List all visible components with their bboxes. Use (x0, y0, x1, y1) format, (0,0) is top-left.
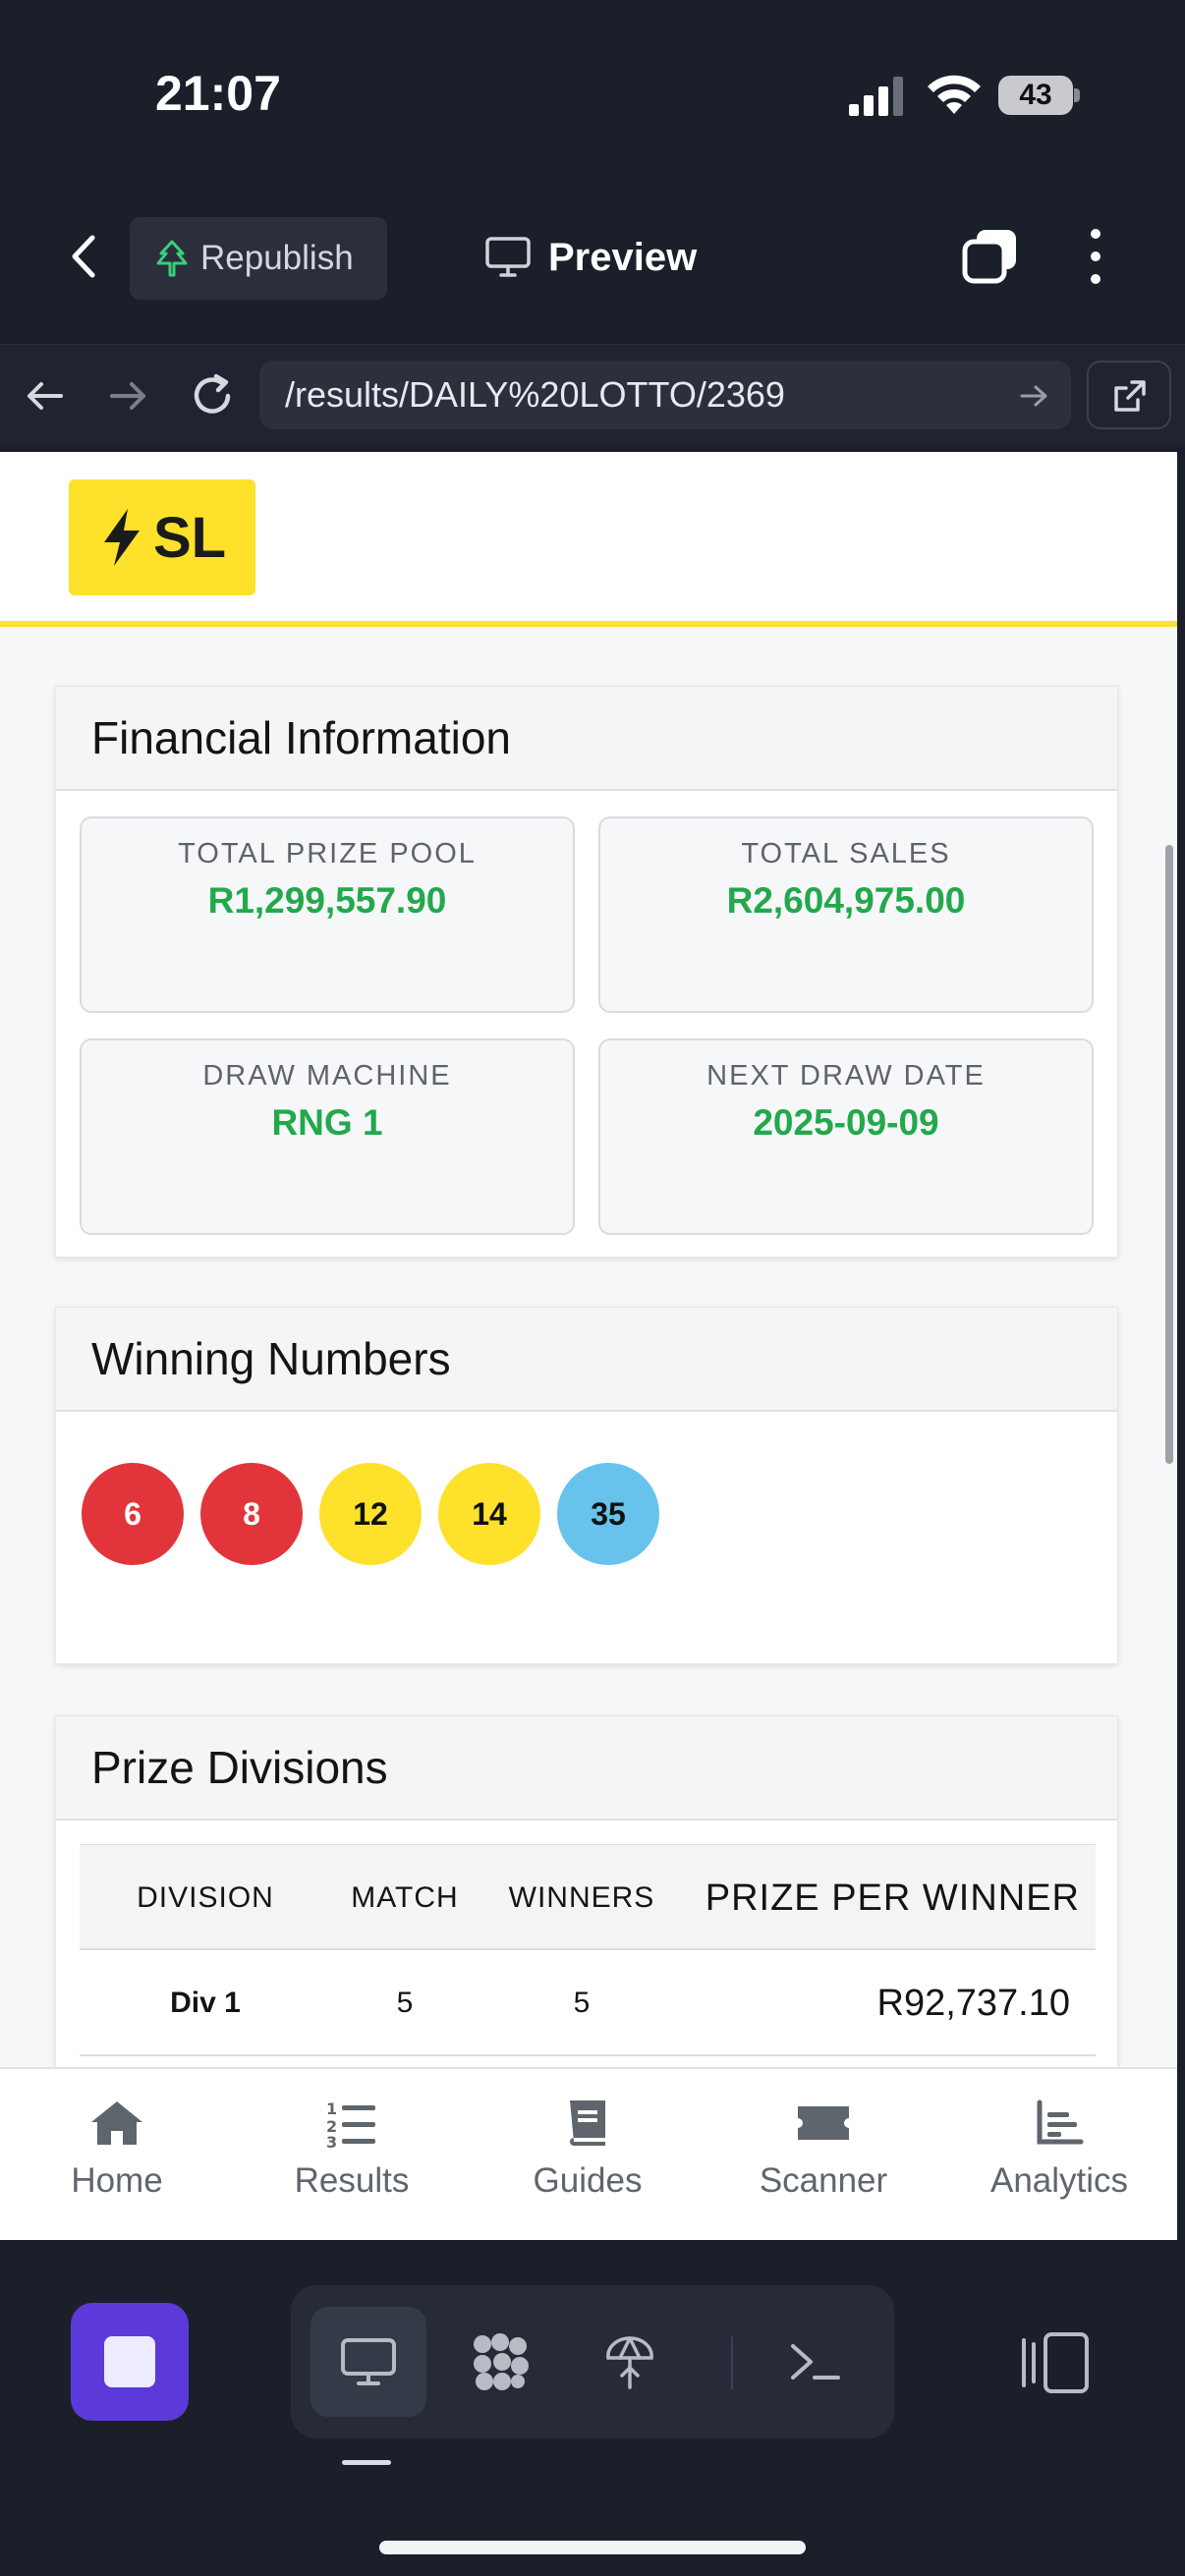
tab-label: Scanner (759, 2161, 888, 2200)
svg-text:1: 1 (326, 2100, 337, 2118)
book-icon (570, 2100, 605, 2146)
tab-scanner[interactable]: Scanner (725, 2099, 922, 2216)
total-prize-pool-tile: TOTAL PRIZE POOL R1,299,557.90 (80, 816, 575, 1013)
tab-analytics[interactable]: Analytics (961, 2099, 1157, 2216)
tile-value: 2025-09-09 (753, 1102, 939, 1143)
go-arrow-icon[interactable] (1018, 380, 1049, 412)
tile-label: DRAW MACHINE (202, 1060, 452, 1092)
tab-guides[interactable]: Guides (489, 2099, 686, 2216)
tab-home[interactable]: Home (19, 2099, 215, 2216)
more-options-icon[interactable] (1081, 226, 1110, 287)
home-icon (91, 2101, 142, 2145)
numbered-list-icon: 1 2 3 (326, 2100, 375, 2148)
url-input[interactable]: /results/DAILY%20LOTTO/2369 (259, 361, 1071, 429)
monitor-icon (485, 237, 531, 277)
financial-information-title: Financial Information (56, 687, 1117, 791)
financial-information-card: Financial Information TOTAL PRIZE POOL R… (55, 686, 1118, 1258)
tile-label: NEXT DRAW DATE (706, 1060, 986, 1092)
open-external-button[interactable] (1087, 361, 1171, 429)
prize-divisions-title: Prize Divisions (56, 1716, 1117, 1820)
scrollbar[interactable] (1165, 845, 1173, 1464)
tree-icon (156, 240, 188, 277)
svg-text:3: 3 (326, 2133, 337, 2148)
next-draw-date-tile: NEXT DRAW DATE 2025-09-09 (598, 1038, 1094, 1235)
workspace-tool-button[interactable] (442, 2307, 558, 2417)
tab-label: Analytics (989, 2161, 1129, 2200)
preview-label: Preview (548, 235, 698, 279)
battery-level: 43 (998, 76, 1073, 115)
external-link-icon (1114, 380, 1146, 412)
url-text: /results/DAILY%20LOTTO/2369 (285, 374, 785, 415)
terminal-icon (791, 2344, 840, 2380)
total-sales-tile: TOTAL SALES R2,604,975.00 (598, 816, 1094, 1013)
active-indicator (342, 2460, 391, 2465)
lotto-ball: 12 (319, 1463, 422, 1565)
ticket-icon (798, 2106, 849, 2140)
molecule-icon (474, 2333, 529, 2390)
winners-cell: 5 (573, 1987, 591, 2019)
lightning-bolt-icon (103, 509, 140, 566)
deploy-tree-icon (606, 2336, 653, 2389)
lotto-ball: 6 (82, 1463, 184, 1565)
wifi-icon (928, 75, 981, 114)
tile-value: R1,299,557.90 (207, 880, 447, 921)
column-header: WINNERS (508, 1881, 655, 1914)
console-tool-button[interactable] (757, 2307, 873, 2417)
winning-numbers-title: Winning Numbers (56, 1308, 1117, 1412)
lotto-ball: 35 (557, 1463, 659, 1565)
divider (731, 2336, 733, 2389)
site-header: SL (0, 452, 1177, 627)
status-time: 21:07 (155, 66, 281, 121)
status-bar: 21:07 43 (0, 0, 1185, 187)
arrow-right-icon[interactable] (106, 374, 149, 418)
tab-label: Home (71, 2161, 163, 2200)
back-chevron-icon[interactable] (61, 232, 110, 281)
winning-numbers-card: Winning Numbers 6 8 12 14 35 (55, 1307, 1118, 1664)
prize-cell: R92,737.10 (876, 1982, 1071, 2024)
tile-label: TOTAL PRIZE POOL (178, 838, 477, 869)
browser-url-bar: /results/DAILY%20LOTTO/2369 (0, 344, 1185, 444)
tab-label: Guides (533, 2161, 643, 2200)
tile-label: TOTAL SALES (741, 838, 951, 869)
dev-dock (0, 2242, 1185, 2576)
monitor-icon (341, 2338, 396, 2385)
preview-button[interactable]: Preview (485, 228, 697, 287)
web-viewport: SL Financial Information TOTAL PRIZE POO… (0, 452, 1177, 2240)
table-header: DIVISION MATCH WINNERS PRIZE PER WINNER (80, 1844, 1096, 1950)
deploy-tool-button[interactable] (572, 2307, 688, 2417)
logo-text: SL (152, 505, 227, 570)
copy-icon[interactable] (961, 226, 1022, 287)
bottom-tab-bar: Home 1 2 3 Results Guides Scanner Analyt… (0, 2067, 1177, 2240)
match-cell: 5 (396, 1987, 414, 2019)
stop-button[interactable] (71, 2303, 189, 2421)
tool-group (291, 2285, 894, 2438)
lotto-ball: 14 (438, 1463, 540, 1565)
lotto-ball: 8 (200, 1463, 303, 1565)
preview-tool-button[interactable] (310, 2307, 426, 2417)
site-logo[interactable]: SL (69, 479, 255, 595)
table-row: Div 1 5 5 R92,737.10 (80, 1950, 1096, 2056)
tile-value: RNG 1 (271, 1102, 383, 1143)
tab-results[interactable]: 1 2 3 Results (254, 2099, 450, 2216)
column-header: MATCH (351, 1881, 459, 1914)
panel-toggle-icon[interactable] (1016, 2330, 1093, 2395)
arrow-left-icon[interactable] (24, 374, 67, 418)
reload-icon[interactable] (187, 370, 238, 421)
tile-value: R2,604,975.00 (726, 880, 966, 921)
battery-icon: 43 (998, 76, 1080, 115)
bar-chart-icon (1037, 2100, 1084, 2145)
republish-label: Republish (200, 239, 354, 277)
tab-label: Results (294, 2161, 410, 2200)
column-header: DIVISION (137, 1881, 274, 1914)
home-indicator[interactable] (379, 2541, 806, 2554)
column-header: PRIZE PER WINNER (705, 1876, 1080, 1919)
division-cell: Div 1 (170, 1987, 241, 2019)
draw-machine-tile: DRAW MACHINE RNG 1 (80, 1038, 575, 1235)
cellular-signal-icon (849, 77, 903, 116)
republish-button[interactable]: Republish (130, 217, 387, 300)
stop-icon (104, 2336, 155, 2387)
